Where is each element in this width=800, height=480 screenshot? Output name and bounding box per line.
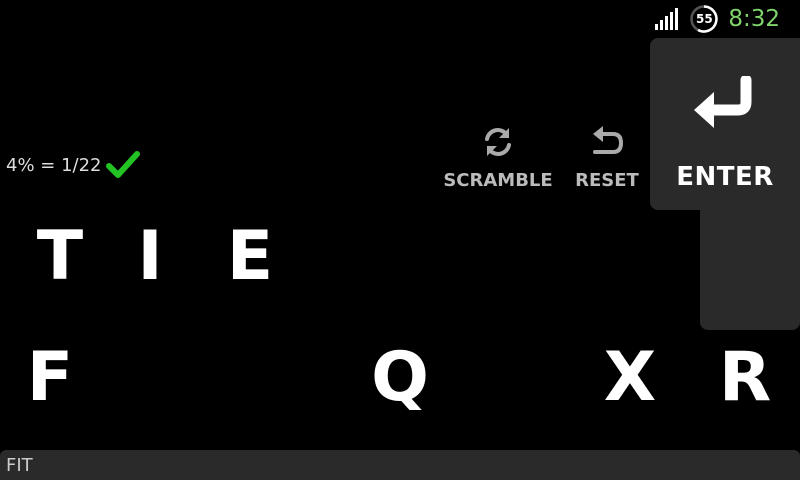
word-game-screen: 55 8:32 ENTER 4% = 1/22 SCRAMBLE RESET T… [0,0,800,480]
current-word: FIT [6,455,33,476]
refresh-icon [485,128,511,156]
signal-icon [655,8,679,30]
battery-icon: 55 [689,4,719,34]
enter-arrow-icon [694,76,752,128]
reset-label: RESET [575,170,639,191]
letter-tile[interactable]: E [215,217,285,296]
reset-button[interactable]: RESET [572,124,642,191]
score-text: 4% = 1/22 [6,154,102,176]
battery-level: 55 [695,12,713,26]
clock: 8:32 [728,6,780,32]
letter-tile[interactable]: I [115,217,185,296]
letter-tile[interactable]: Q [365,338,435,417]
letter-tile[interactable]: F [15,338,85,417]
letter-tile[interactable]: R [710,338,780,417]
scramble-label: SCRAMBLE [443,170,553,191]
current-word-bar [0,450,800,480]
letter-tile[interactable]: X [595,338,665,417]
enter-button[interactable]: ENTER [650,38,800,210]
enter-label: ENTER [676,162,774,192]
letter-tile[interactable]: T [25,217,95,296]
status-bar: 55 8:32 [655,0,800,38]
scramble-button[interactable]: SCRAMBLE [440,124,556,191]
score-display: 4% = 1/22 [6,150,140,180]
enter-panel: ENTER [650,38,800,330]
undo-icon [593,126,624,154]
check-icon [105,151,140,178]
